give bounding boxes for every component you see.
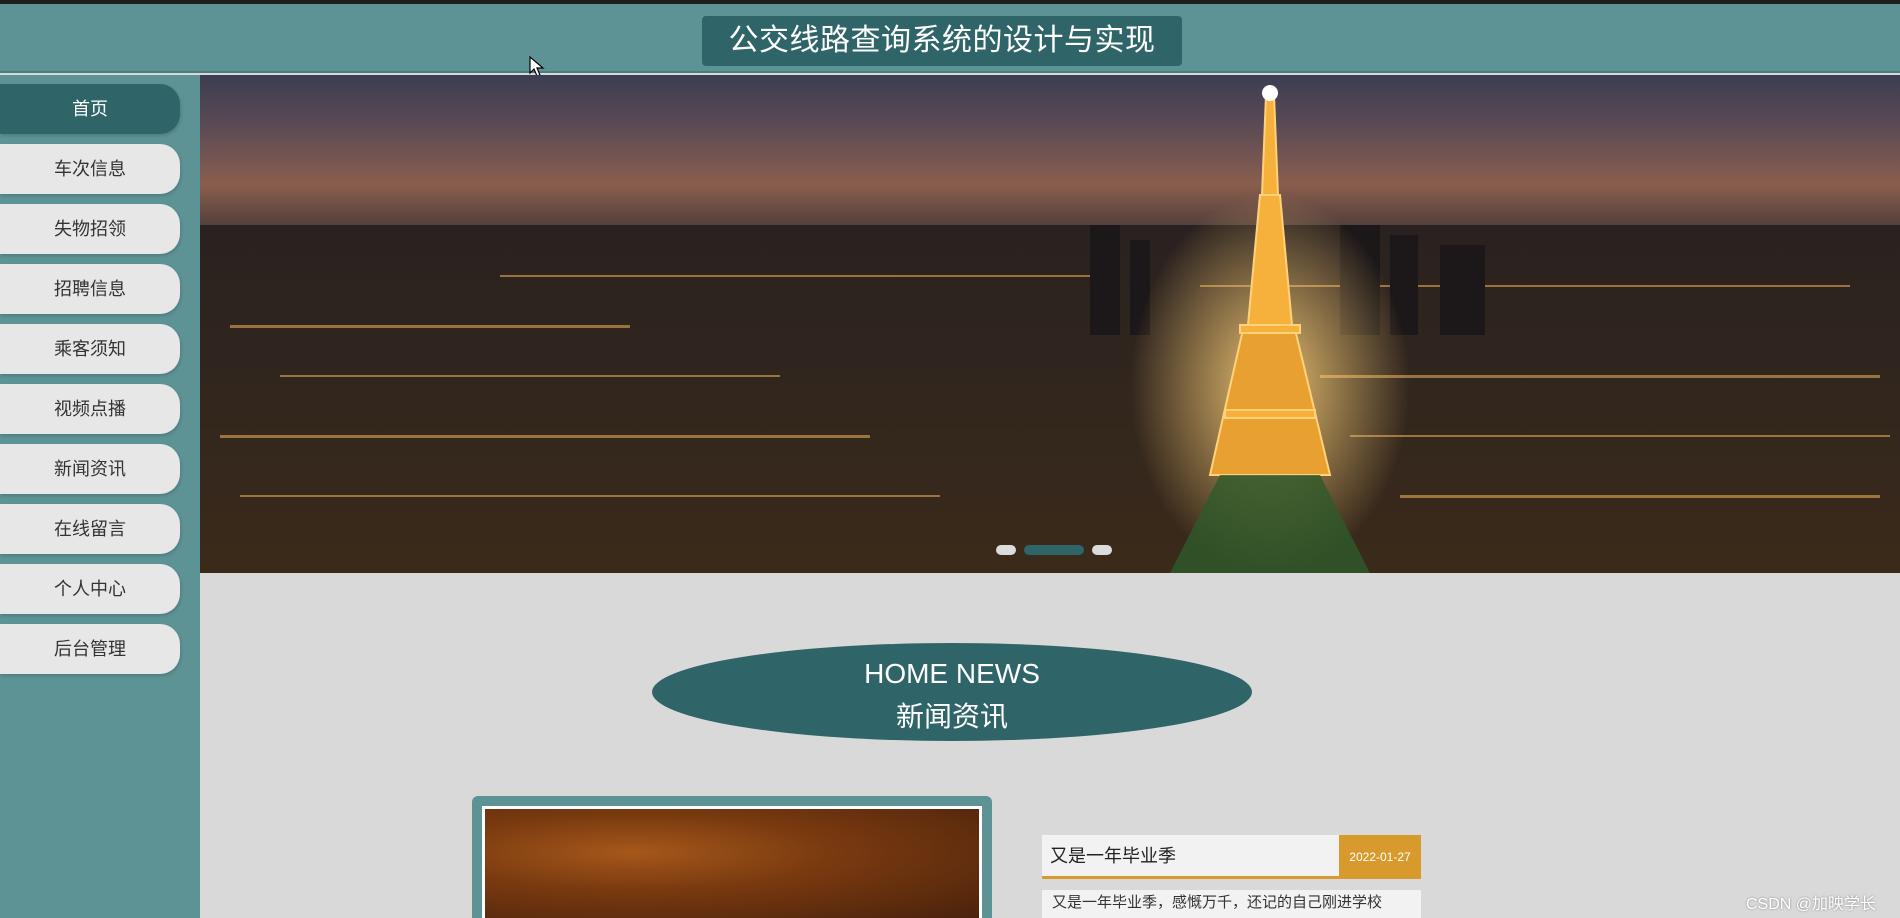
sidebar-item-admin[interactable]: 后台管理 xyxy=(0,624,180,674)
news-item-date: 2022-01-27 xyxy=(1339,835,1421,879)
news-section-header: HOME NEWS 新闻资讯 xyxy=(652,643,1252,741)
site-title: 公交线路查询系统的设计与实现 xyxy=(702,16,1182,66)
sidebar-item-video[interactable]: 视频点播 xyxy=(0,384,180,434)
site-header: 公交线路查询系统的设计与实现 xyxy=(0,4,1900,73)
sidebar-item-home[interactable]: 首页 xyxy=(0,84,180,134)
watermark: CSDN @加映学长 xyxy=(1746,896,1877,913)
news-section-title-cn: 新闻资讯 xyxy=(895,701,1008,732)
carousel-indicators xyxy=(996,543,1120,557)
banner-carousel[interactable] xyxy=(200,75,1900,573)
news-featured-image[interactable] xyxy=(482,806,982,918)
carousel-dot-active[interactable] xyxy=(1024,545,1084,555)
sidebar-item-recruitment[interactable]: 招聘信息 xyxy=(0,264,180,314)
sidebar-item-lost-found[interactable]: 失物招领 xyxy=(0,204,180,254)
carousel-dot[interactable] xyxy=(996,545,1016,555)
sidebar-item-messages[interactable]: 在线留言 xyxy=(0,504,180,554)
banner-image xyxy=(200,85,1900,573)
sidebar-nav: 首页 车次信息 失物招领 招聘信息 乘客须知 视频点播 新闻资讯 在线留言 个人… xyxy=(0,75,200,918)
carousel-dot[interactable] xyxy=(1092,545,1112,555)
news-item-excerpt[interactable]: 又是一年毕业季，感慨万千，还记的自己刚进学校 xyxy=(1042,890,1421,918)
news-section-title-en: HOME NEWS xyxy=(864,658,1040,689)
sidebar-item-profile[interactable]: 个人中心 xyxy=(0,564,180,614)
sidebar-item-train-info[interactable]: 车次信息 xyxy=(0,144,180,194)
news-featured-frame xyxy=(472,796,992,918)
sidebar-item-news[interactable]: 新闻资讯 xyxy=(0,444,180,494)
sidebar-item-passenger-notice[interactable]: 乘客须知 xyxy=(0,324,180,374)
news-item-title[interactable]: 又是一年毕业季 xyxy=(1042,835,1339,879)
